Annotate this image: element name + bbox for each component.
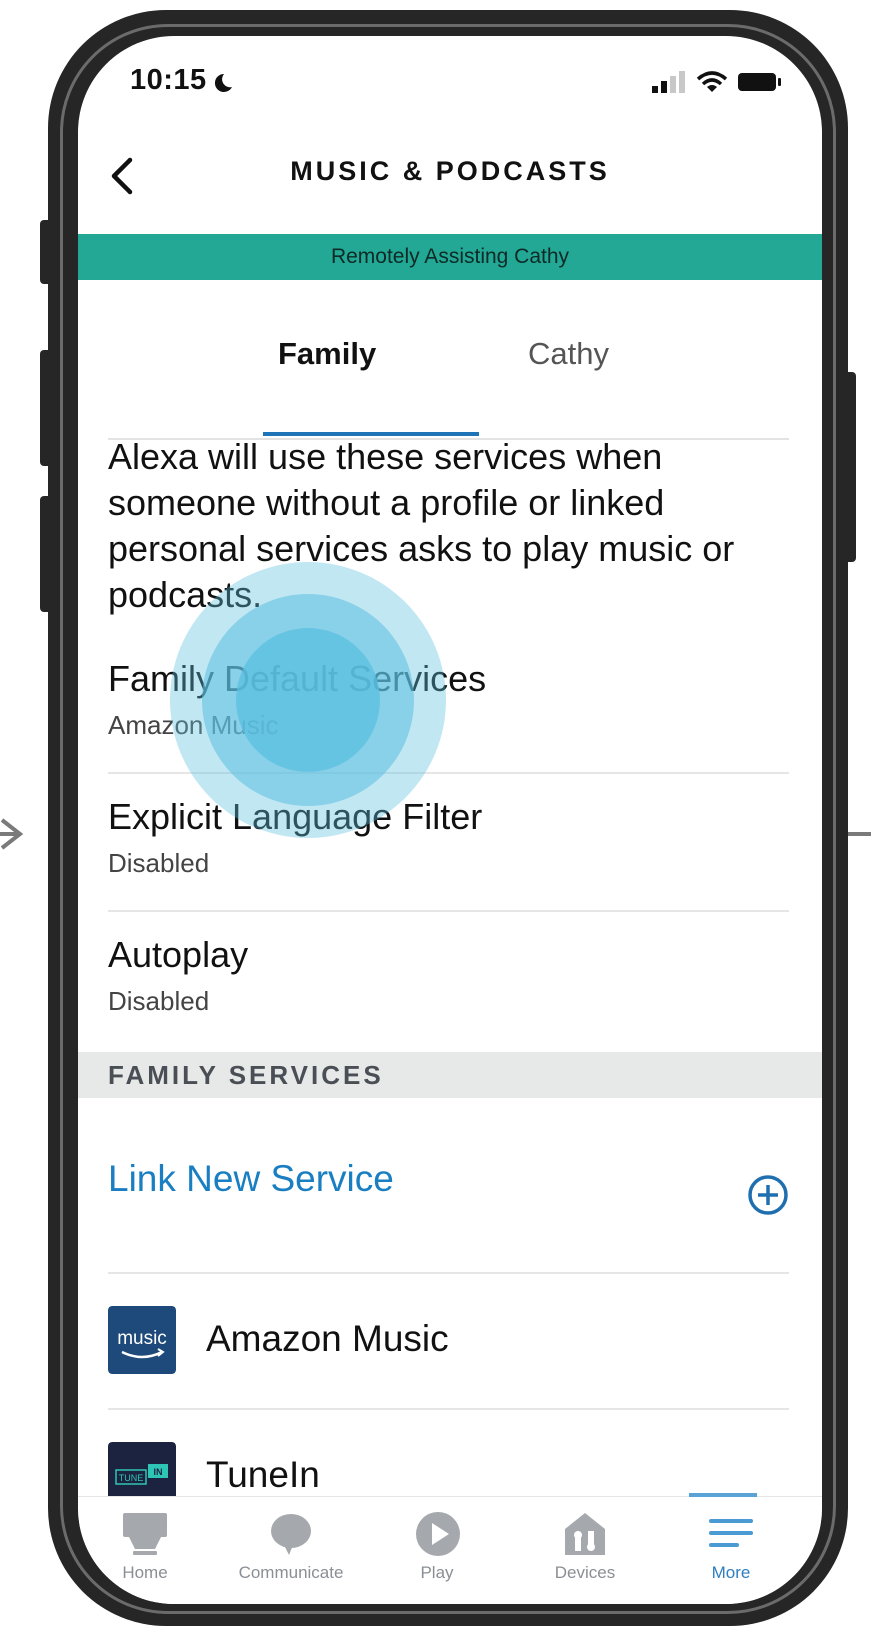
status-icons: [652, 70, 782, 94]
section-title: FAMILY SERVICES: [108, 1060, 384, 1090]
link-new-service-row[interactable]: Link New Service: [108, 1098, 789, 1274]
svg-text:TUNE: TUNE: [119, 1473, 144, 1483]
wifi-icon: [696, 71, 728, 92]
touch-indicator-core: [236, 628, 380, 772]
tab-cathy[interactable]: Cathy: [528, 336, 609, 372]
plus-circle-icon[interactable]: [747, 1174, 789, 1216]
play-icon: [416, 1512, 460, 1556]
connector-line: [848, 832, 871, 836]
service-row-amazon-music[interactable]: music Amazon Music: [108, 1272, 789, 1410]
page-title: MUSIC & PODCASTS: [290, 156, 610, 186]
service-name: TuneIn: [206, 1454, 320, 1495]
svg-text:music: music: [117, 1328, 167, 1349]
setting-title: Autoplay: [108, 934, 249, 975]
amazon-music-logo-icon: music: [108, 1306, 176, 1374]
moon-icon: [214, 73, 232, 92]
battery-icon: [738, 73, 781, 91]
phone-screen: 10:15 MUSIC & PODCASTS Remotely Assistin…: [78, 36, 822, 1604]
speech-bubble-icon: [271, 1514, 311, 1555]
tab-family[interactable]: Family: [278, 336, 376, 372]
nav-home[interactable]: Home: [78, 1497, 220, 1604]
bottom-nav: Home Communicate Play Devices More: [78, 1493, 822, 1604]
nav-label: Communicate: [238, 1563, 344, 1582]
nav-label: Home: [122, 1563, 168, 1582]
nav-label: More: [711, 1563, 751, 1582]
nav-active-indicator: [689, 1493, 757, 1497]
status-time: 10:15: [130, 64, 207, 96]
nav-devices[interactable]: Devices: [510, 1497, 660, 1604]
nav-play[interactable]: Play: [362, 1497, 512, 1604]
menu-icon: [709, 1519, 753, 1547]
setting-value: Disabled: [108, 986, 210, 1016]
nav-label: Devices: [554, 1563, 616, 1582]
profile-tabs: Family Cathy: [108, 316, 789, 440]
setting-autoplay[interactable]: Autoplay Disabled: [108, 910, 789, 1048]
services-description: Alexa will use these services when someo…: [108, 436, 735, 615]
signal-icon: [652, 71, 685, 93]
svg-text:IN: IN: [154, 1467, 163, 1477]
remote-assist-banner: Remotely Assisting Cathy: [78, 234, 822, 280]
service-name: Amazon Music: [206, 1318, 449, 1359]
devices-icon: [565, 1513, 605, 1555]
home-icon: [123, 1513, 167, 1555]
nav-more[interactable]: More: [656, 1493, 806, 1604]
setting-value: Disabled: [108, 848, 210, 878]
nav-label: Play: [420, 1563, 454, 1582]
section-header-family-services: FAMILY SERVICES: [78, 1052, 822, 1098]
link-new-service-label[interactable]: Link New Service: [108, 1158, 394, 1200]
arrow-right-icon: [0, 818, 24, 850]
nav-communicate[interactable]: Communicate: [216, 1497, 366, 1604]
